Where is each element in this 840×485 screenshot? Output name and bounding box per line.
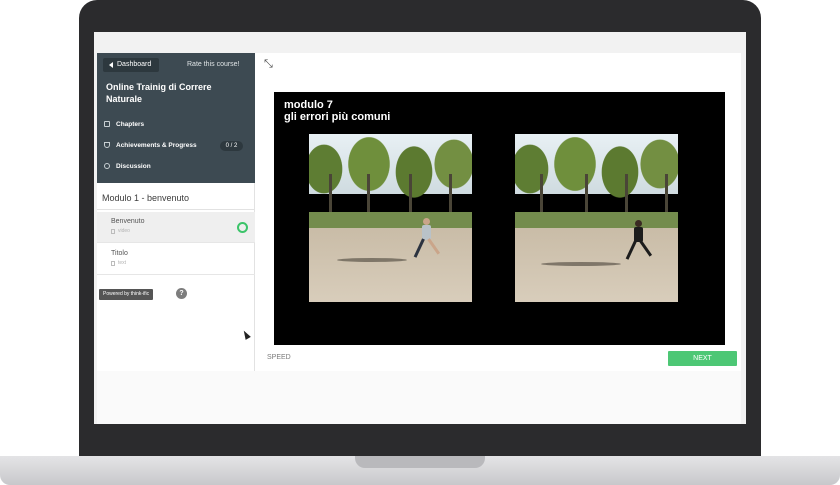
- dashboard-label: Dashboard: [117, 61, 152, 68]
- screen-blank-area: [97, 371, 741, 424]
- next-button[interactable]: NEXT: [668, 351, 737, 366]
- module-title[interactable]: Modulo 1 - benvenuto: [97, 186, 255, 210]
- help-icon[interactable]: ?: [176, 288, 187, 299]
- book-icon: [104, 121, 110, 127]
- runner-photo-right: [515, 134, 678, 302]
- speed-control[interactable]: SPEED: [267, 354, 291, 361]
- rate-course-link[interactable]: Rate this course!: [187, 58, 240, 72]
- trophy-icon: [104, 142, 110, 148]
- lesson-meta: text: [111, 260, 255, 266]
- expand-icon[interactable]: ⤡: [264, 57, 278, 71]
- lesson-type: video: [118, 228, 130, 234]
- lesson-item-titolo[interactable]: Titolo text: [97, 244, 255, 275]
- chat-icon: [104, 163, 110, 169]
- video-file-icon: [111, 228, 115, 234]
- sidebar-header: Dashboard Rate this course! Online Train…: [97, 53, 255, 183]
- course-sidebar: Dashboard Rate this course! Online Train…: [97, 53, 255, 371]
- video-title-line1: modulo 7: [284, 99, 333, 111]
- runner-photo-left: [309, 134, 472, 302]
- sidebar-item-achievements[interactable]: Achievements & Progress: [104, 139, 197, 151]
- sidebar-item-chapters[interactable]: Chapters: [104, 118, 144, 130]
- lesson-complete-icon: [237, 222, 248, 233]
- video-title: modulo 7 gli errori più comuni: [284, 99, 390, 123]
- dashboard-button[interactable]: Dashboard: [103, 58, 160, 72]
- back-arrow-icon: [109, 62, 113, 68]
- sidebar-item-label: Chapters: [116, 120, 145, 128]
- sidebar-item-label: Discussion: [116, 162, 151, 170]
- lesson-meta: video: [111, 228, 255, 234]
- progress-badge: 0 / 2: [220, 141, 243, 151]
- powered-by-badge[interactable]: Powered by think-ific: [99, 289, 154, 300]
- mouse-cursor-icon: [241, 329, 251, 340]
- lesson-name: Titolo: [111, 250, 128, 257]
- sidebar-item-discussion[interactable]: Discussion: [104, 160, 151, 172]
- course-title: Online Trainig di Correre Naturale: [106, 82, 212, 104]
- text-file-icon: [111, 260, 115, 266]
- video-title-line2: gli errori più comuni: [284, 111, 391, 123]
- lesson-name: Benvenuto: [111, 218, 145, 225]
- lesson-item-benvenuto[interactable]: Benvenuto video: [97, 212, 255, 243]
- video-player[interactable]: modulo 7 gli errori più comuni: [274, 92, 725, 345]
- course-player-screen: Dashboard Rate this course! Online Train…: [97, 53, 741, 371]
- sidebar-item-label: Achievements & Progress: [116, 141, 197, 149]
- lesson-type: text: [118, 260, 127, 266]
- laptop-notch: [355, 456, 485, 468]
